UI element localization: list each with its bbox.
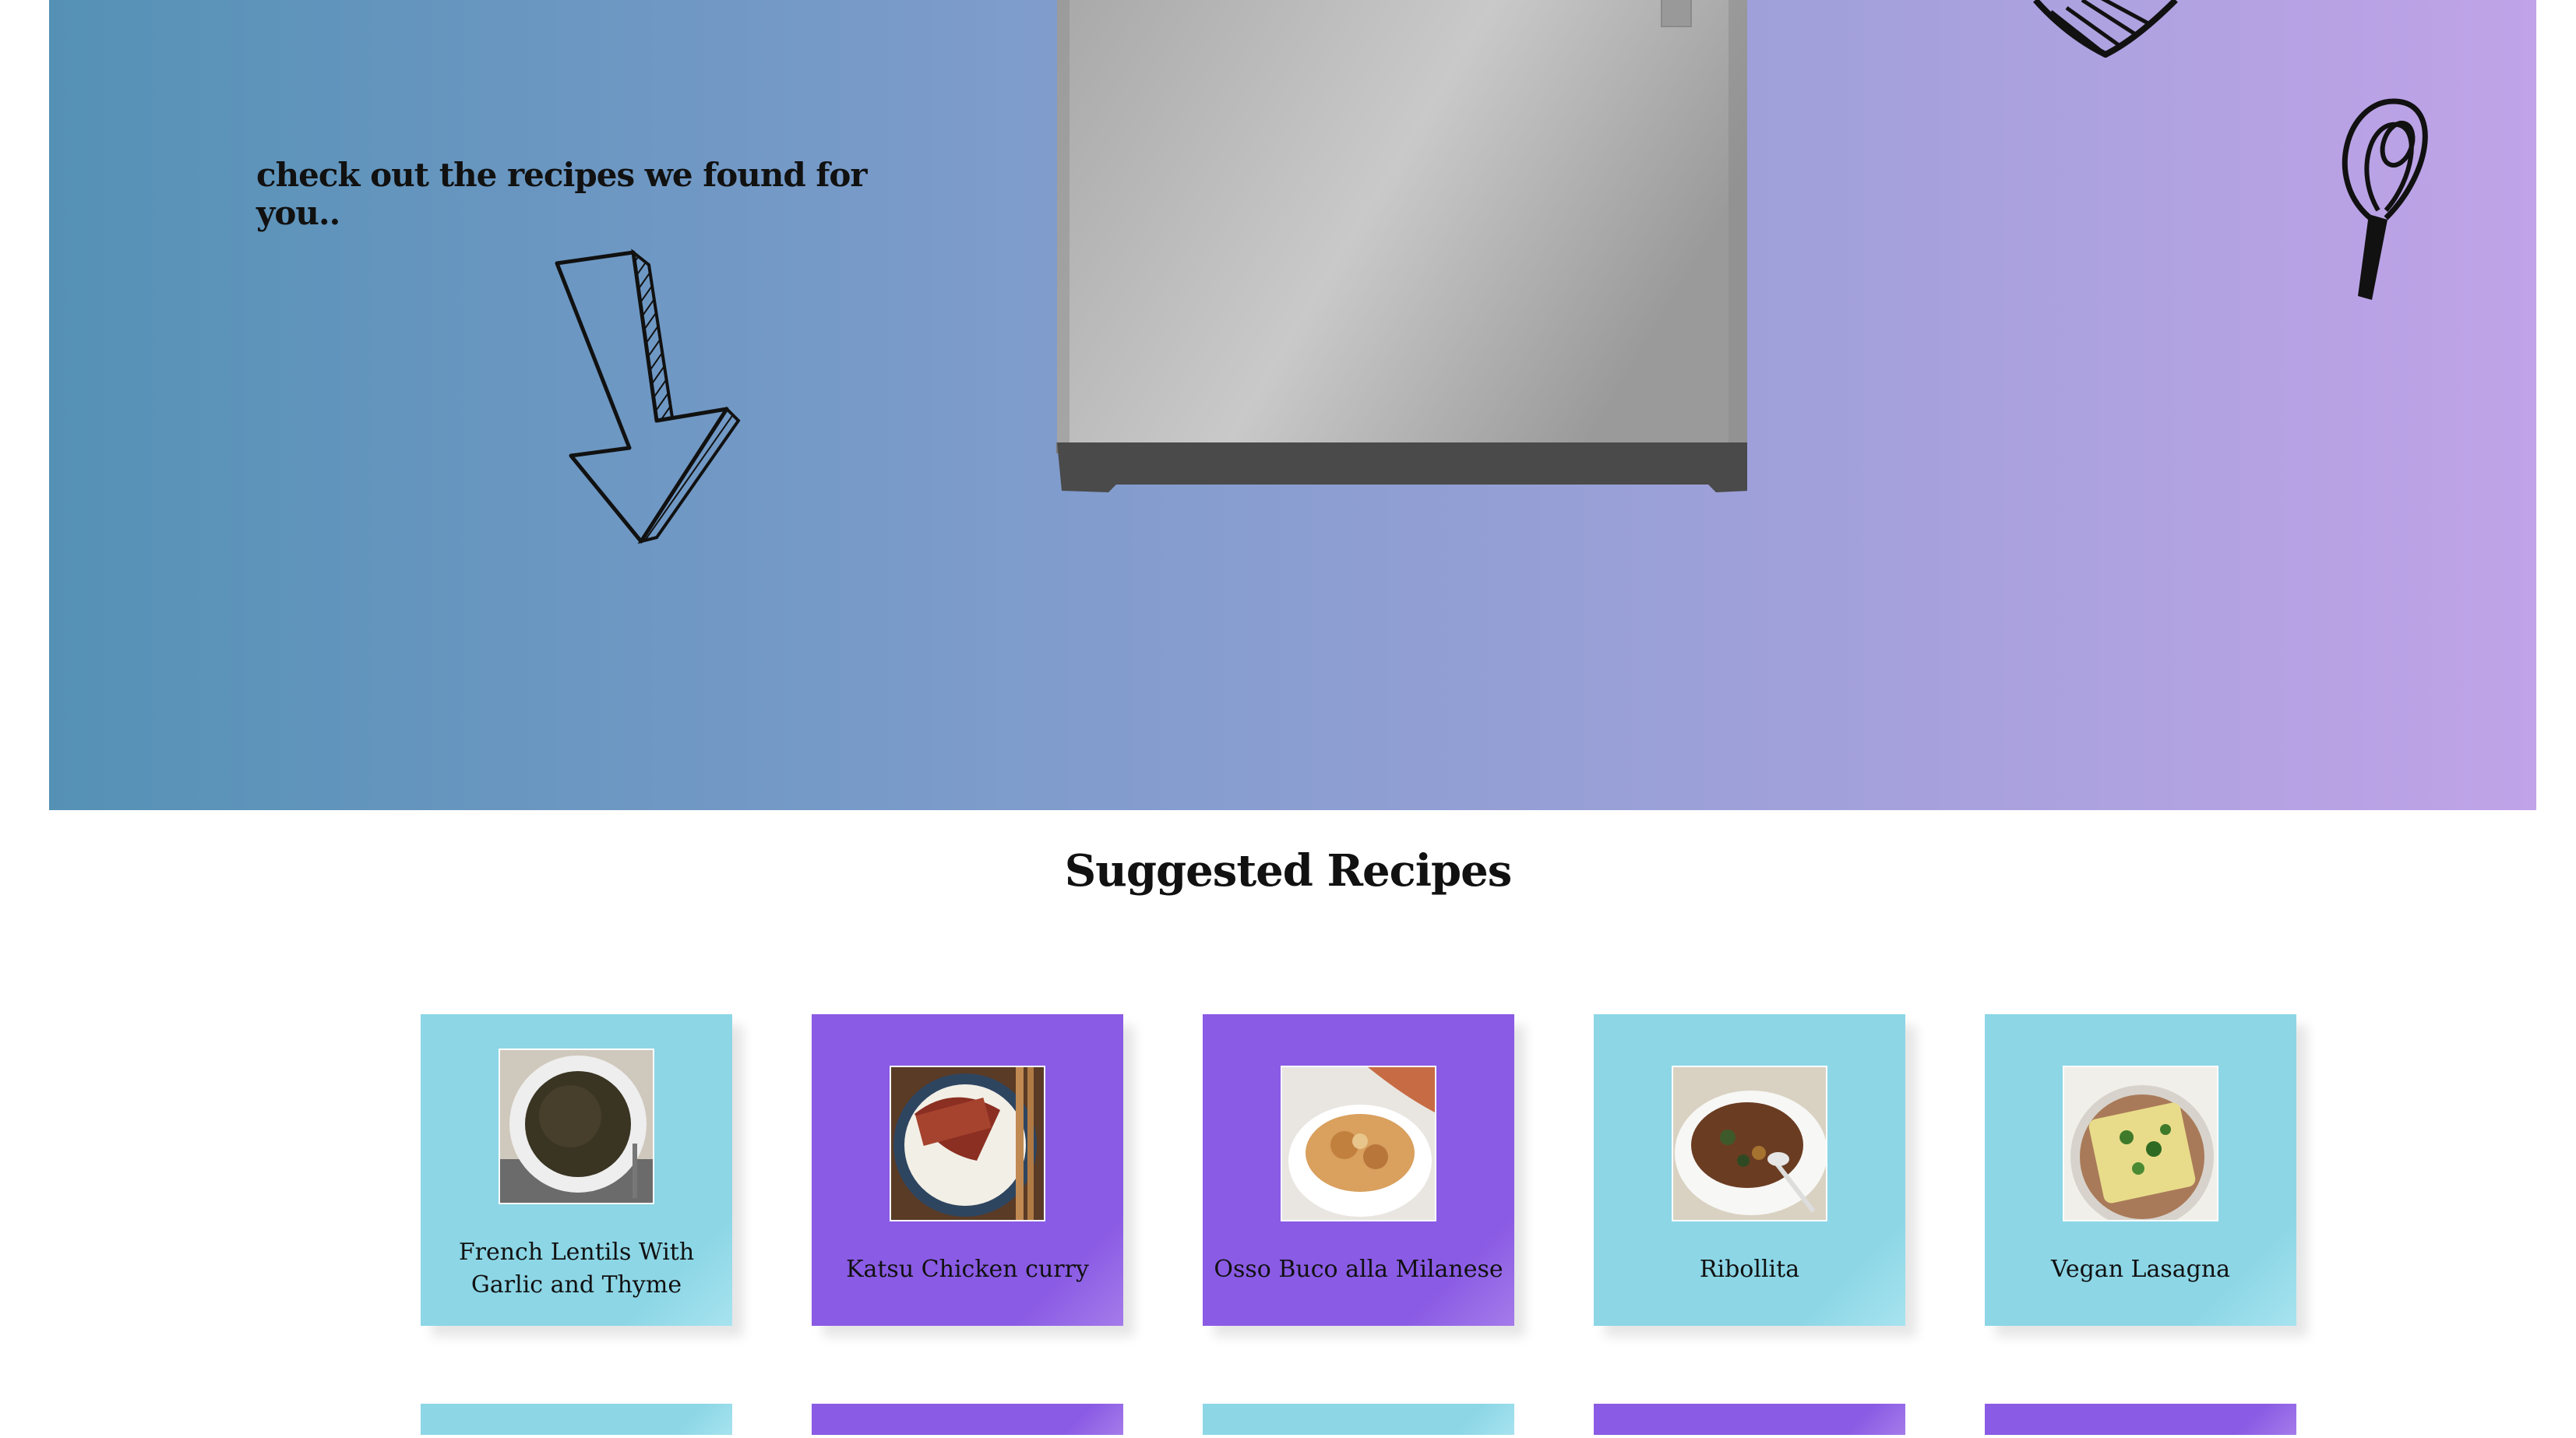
recipe-thumbnail	[499, 1049, 654, 1204]
recipe-card[interactable]: Katsu Chicken curry	[812, 1014, 1123, 1326]
pasta-icon	[2033, 0, 2178, 58]
ribollita-image	[1673, 1067, 1826, 1220]
recipe-card[interactable]: French Lentils With Garlic and Thyme	[421, 1014, 732, 1326]
vegan-lasagna-image	[2064, 1067, 2217, 1220]
recipe-thumbnail	[2063, 1066, 2218, 1221]
hero-banner: check out the recipes we found for you..	[49, 0, 2536, 810]
osso-buco-image	[1282, 1067, 1435, 1220]
whisk-icon	[2342, 98, 2428, 300]
recipe-title: Osso Buco alla Milanese	[1214, 1256, 1503, 1283]
recipe-thumbnail	[890, 1066, 1045, 1221]
recipe-title: Katsu Chicken curry	[846, 1256, 1089, 1283]
recipe-thumbnail	[1672, 1066, 1827, 1221]
katsu-curry-image	[891, 1067, 1044, 1220]
section-title: Suggested Recipes	[1064, 845, 1513, 897]
recipe-card[interactable]	[1985, 1404, 2296, 1435]
recipe-card[interactable]	[421, 1404, 732, 1435]
fridge-image	[1056, 0, 1747, 492]
arrow-down-icon	[555, 248, 741, 545]
recipe-card[interactable]	[1203, 1404, 1514, 1435]
lentils-dish-image	[500, 1050, 653, 1203]
recipe-title: Ribollita	[1699, 1256, 1800, 1283]
recipe-card[interactable]: Ribollita	[1594, 1014, 1905, 1326]
recipe-title: Vegan Lasagna	[2050, 1256, 2231, 1283]
recipe-thumbnail	[1281, 1066, 1436, 1221]
recipe-title: French Lentils With Garlic and Thyme	[458, 1239, 695, 1299]
recipe-card[interactable]	[812, 1404, 1123, 1435]
hero-tagline: check out the recipes we found for you..	[256, 156, 868, 232]
recipe-card[interactable]	[1594, 1404, 1905, 1435]
recipe-card[interactable]: Osso Buco alla Milanese	[1203, 1014, 1514, 1326]
recipe-card[interactable]: Vegan Lasagna	[1985, 1014, 2296, 1326]
